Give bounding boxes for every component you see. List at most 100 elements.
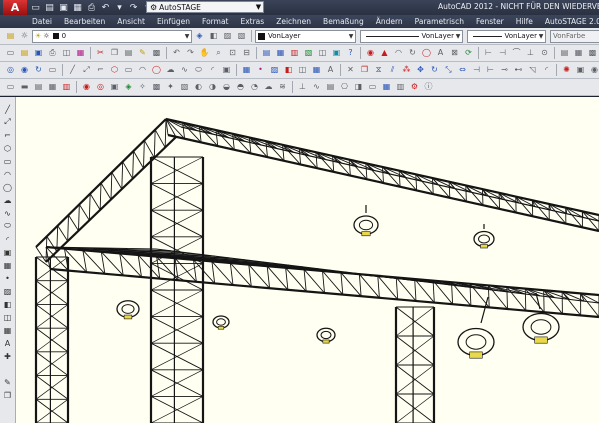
line-icon[interactable]: ╱ (1, 103, 14, 115)
ellipse-arc-icon[interactable]: ◜ (206, 64, 219, 77)
workspace-dropdown[interactable]: ⚙ AutoSTAGE ▼ (146, 1, 264, 13)
undo-dropdown-icon[interactable]: ▾ (114, 2, 125, 13)
mtext-icon[interactable]: A (324, 64, 337, 77)
menu-aendern[interactable]: Ändern (370, 17, 409, 26)
mtext-icon[interactable]: A (1, 337, 14, 349)
walk-icon[interactable]: ▭ (46, 64, 59, 77)
cable-icon[interactable]: ∿ (310, 81, 323, 94)
fixture-strobe-icon[interactable]: ✧ (136, 81, 149, 94)
linetype-dropdown[interactable]: VonLayer ▼ (360, 29, 463, 43)
truss-straight-icon[interactable]: ▤ (32, 81, 45, 94)
label-icon[interactable]: ▦ (380, 81, 393, 94)
fixture-wash-icon[interactable]: ◎ (94, 81, 107, 94)
menu-zeichnen[interactable]: Zeichnen (270, 17, 317, 26)
copy-object-icon[interactable]: ❐ (358, 64, 371, 77)
design-center-icon[interactable]: ▦ (274, 47, 287, 60)
fixture-profile-icon[interactable]: ◒ (220, 81, 233, 94)
menu-datei[interactable]: Datei (0, 17, 58, 26)
pan-icon[interactable]: ✋ (198, 47, 211, 60)
ellipse-icon[interactable]: ⬭ (192, 64, 205, 77)
help-icon[interactable]: ? (344, 47, 357, 60)
plot-preview-icon[interactable]: ◫ (60, 47, 73, 60)
rectangle-icon[interactable]: ▭ (1, 155, 14, 167)
sheet-set-icon[interactable]: ▧ (302, 47, 315, 60)
autostage-text-icon[interactable]: A (434, 47, 447, 60)
fixture-spot-icon[interactable]: ◉ (80, 81, 93, 94)
paste-icon[interactable]: ▤ (122, 47, 135, 60)
polyline-icon[interactable]: ⌐ (94, 64, 107, 77)
drawing-canvas[interactable] (16, 97, 599, 423)
region-icon[interactable]: ◫ (296, 64, 309, 77)
orbit-icon[interactable]: ↻ (32, 64, 45, 77)
fixture-cyc-icon[interactable]: ◔ (248, 81, 261, 94)
insert-icon[interactable]: ▣ (1, 246, 14, 258)
region-icon[interactable]: ◫ (1, 311, 14, 323)
fixture-hazer-icon[interactable]: ≋ (276, 81, 289, 94)
revcloud-icon[interactable]: ☁ (164, 64, 177, 77)
table-icon[interactable]: ▦ (310, 64, 323, 77)
hatch-icon[interactable]: ▨ (1, 285, 14, 297)
break-icon[interactable]: ⊸ (498, 64, 511, 77)
move-icon[interactable]: ✥ (414, 64, 427, 77)
cut-icon[interactable]: ✂ (94, 47, 107, 60)
menu-bemassung[interactable]: Bemaßung (317, 17, 370, 26)
autostage-lock-icon[interactable]: ⊠ (448, 47, 461, 60)
revcloud-icon[interactable]: ☁ (1, 194, 14, 206)
named-views-icon[interactable]: ◎ (4, 64, 17, 77)
dimmer-icon[interactable]: ▤ (324, 81, 337, 94)
dim-aligned-icon[interactable]: ⊣ (496, 47, 509, 60)
circle-icon[interactable]: ◯ (1, 181, 14, 193)
truss-tower-icon[interactable]: ▥ (60, 81, 73, 94)
dim-linear-icon[interactable]: ⊢ (482, 47, 495, 60)
materials-icon[interactable]: ◉ (588, 64, 599, 77)
fixture-scanner-icon[interactable]: ◑ (206, 81, 219, 94)
fixture-moving-head-icon[interactable]: ◈ (122, 81, 135, 94)
polygon-icon[interactable]: ⬡ (1, 142, 14, 154)
viewport-grid-icon[interactable]: ▩ (586, 47, 599, 60)
autostage-circle-icon[interactable]: ◯ (420, 47, 433, 60)
join-icon[interactable]: ⊷ (512, 64, 525, 77)
fixture-blinder-icon[interactable]: ▩ (150, 81, 163, 94)
print-icon[interactable]: ⎙ (86, 2, 97, 13)
open-icon[interactable]: ▤ (44, 2, 55, 13)
save-icon[interactable]: ▣ (58, 2, 69, 13)
viewport-icon[interactable]: ▦ (572, 47, 585, 60)
autostage-refresh-icon[interactable]: ⟳ (462, 47, 475, 60)
mirror-icon[interactable]: ⧖ (372, 64, 385, 77)
make-current-icon[interactable]: ◈ (193, 30, 206, 43)
tool-palettes-icon[interactable]: ▥ (288, 47, 301, 60)
spline-icon[interactable]: ∿ (1, 207, 14, 219)
open-folder-icon[interactable]: ▤ (18, 47, 31, 60)
trim-icon[interactable]: ⊣ (470, 64, 483, 77)
construction-line-icon[interactable]: ⤢ (80, 64, 93, 77)
fixture-fresnel-icon[interactable]: ◓ (234, 81, 247, 94)
block-editor-icon[interactable]: ▩ (150, 47, 163, 60)
menu-bearbeiten[interactable]: Bearbeiten (58, 17, 111, 26)
block-icon[interactable]: ▦ (1, 259, 14, 271)
lineweight-dropdown[interactable]: VonLayer ▼ (467, 29, 546, 43)
offset-icon[interactable]: ⫽ (386, 64, 399, 77)
copy-icon[interactable]: ❐ (108, 47, 121, 60)
layer-state-icon[interactable]: ☼ (18, 30, 31, 43)
menu-einfuegen[interactable]: Einfügen (151, 17, 196, 26)
fixture-par-icon[interactable]: ▣ (108, 81, 121, 94)
menu-ansicht[interactable]: Ansicht (111, 17, 151, 26)
fixture-follow-icon[interactable]: ◐ (192, 81, 205, 94)
calculator-icon[interactable]: ▣ (330, 47, 343, 60)
chamfer-icon[interactable]: ◹ (526, 64, 539, 77)
layout-icon[interactable]: ▤ (558, 47, 571, 60)
gradient-icon[interactable]: ◧ (1, 298, 14, 310)
match-properties-icon[interactable]: ✎ (136, 47, 149, 60)
extend-icon[interactable]: ⊢ (484, 64, 497, 77)
menu-extras[interactable]: Extras (234, 17, 270, 26)
redo-icon[interactable]: ↷ (184, 47, 197, 60)
properties-icon[interactable]: ▤ (260, 47, 273, 60)
line-icon[interactable]: ╱ (66, 64, 79, 77)
layer-walk-icon[interactable]: ▧ (235, 30, 248, 43)
add-selected-icon[interactable]: ✚ (1, 350, 14, 362)
stage-riser-icon[interactable]: ▬ (18, 81, 31, 94)
dmx-icon[interactable]: ⎔ (338, 81, 351, 94)
color-dropdown[interactable]: VonLayer ▼ (255, 29, 356, 43)
dim-arc-icon[interactable]: ⌒ (510, 47, 523, 60)
publish-icon[interactable]: ▦ (74, 47, 87, 60)
